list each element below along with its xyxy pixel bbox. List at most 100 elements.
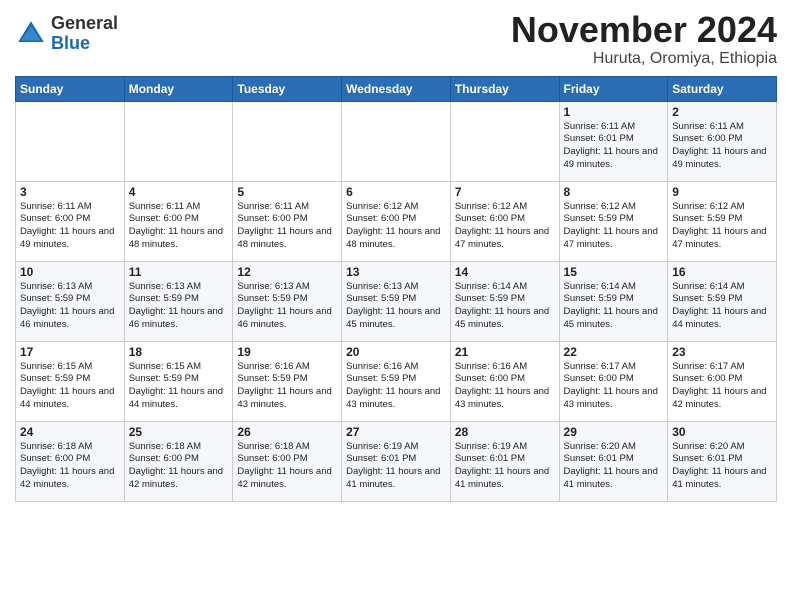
day-number: 8: [564, 185, 664, 199]
cell-line: Daylight: 11 hours and 41 minutes.: [564, 466, 658, 490]
cell-line: Sunset: 6:00 PM: [237, 453, 307, 464]
calendar-cell: 6Sunrise: 6:12 AMSunset: 6:00 PMDaylight…: [342, 181, 451, 261]
cell-content: Sunrise: 6:19 AMSunset: 6:01 PMDaylight:…: [346, 441, 446, 492]
day-number: 3: [20, 185, 120, 199]
cell-line: Sunrise: 6:20 AM: [672, 441, 744, 452]
day-number: 4: [129, 185, 229, 199]
cell-line: Daylight: 11 hours and 47 minutes.: [672, 226, 766, 250]
cell-content: Sunrise: 6:14 AMSunset: 5:59 PMDaylight:…: [672, 281, 772, 332]
cell-line: Sunset: 5:59 PM: [672, 213, 742, 224]
cell-line: Sunrise: 6:12 AM: [455, 201, 527, 212]
cell-line: Sunrise: 6:18 AM: [129, 441, 201, 452]
cell-content: Sunrise: 6:20 AMSunset: 6:01 PMDaylight:…: [672, 441, 772, 492]
cell-line: Sunrise: 6:15 AM: [129, 361, 201, 372]
cell-content: Sunrise: 6:12 AMSunset: 5:59 PM Daylight:…: [672, 201, 772, 252]
cell-line: Daylight: 11 hours and 47 minutes.: [455, 226, 549, 250]
calendar-table: SundayMondayTuesdayWednesdayThursdayFrid…: [15, 76, 777, 502]
cell-line: Sunrise: 6:16 AM: [346, 361, 418, 372]
cell-line: Sunset: 5:59 PM: [564, 213, 634, 224]
cell-content: Sunrise: 6:19 AMSunset: 6:01 PMDaylight:…: [455, 441, 555, 492]
day-number: 23: [672, 345, 772, 359]
cell-line: Sunrise: 6:13 AM: [237, 281, 309, 292]
cell-line: Daylight: 11 hours and 42 minutes.: [237, 466, 331, 490]
cell-content: Sunrise: 6:12 AMSunset: 5:59 PMDaylight:…: [564, 201, 664, 252]
cell-line: Daylight: 11 hours and 45 minutes.: [564, 306, 658, 330]
day-number: 5: [237, 185, 337, 199]
calendar-cell: 16Sunrise: 6:14 AMSunset: 5:59 PMDayligh…: [668, 261, 777, 341]
cell-content: Sunrise: 6:13 AMSunset: 5:59 PMDaylight:…: [129, 281, 229, 332]
day-number: 14: [455, 265, 555, 279]
calendar-cell: [16, 101, 125, 181]
day-number: 28: [455, 425, 555, 439]
calendar-cell: 13Sunrise: 6:13 AMSunset: 5:59 PMDayligh…: [342, 261, 451, 341]
cell-line: Daylight: 11 hours and 46 minutes.: [129, 306, 223, 330]
calendar-cell: 14Sunrise: 6:14 AMSunset: 5:59 PMDayligh…: [450, 261, 559, 341]
cell-content: Sunrise: 6:18 AMSunset: 6:00 PMDaylight:…: [129, 441, 229, 492]
weekday-header-tuesday: Tuesday: [233, 76, 342, 101]
calendar-cell: 18Sunrise: 6:15 AMSunset: 5:59 PMDayligh…: [124, 341, 233, 421]
cell-line: Daylight: 11 hours and 45 minutes.: [346, 306, 440, 330]
day-number: 2: [672, 105, 772, 119]
cell-line: Sunrise: 6:18 AM: [237, 441, 309, 452]
cell-line: Sunrise: 6:11 AM: [237, 201, 309, 212]
cell-line: Sunrise: 6:12 AM: [672, 201, 744, 212]
logo-general: General: [51, 13, 118, 33]
calendar-week-4: 17Sunrise: 6:15 AMSunset: 5:59 PMDayligh…: [16, 341, 777, 421]
day-number: 1: [564, 105, 664, 119]
day-number: 27: [346, 425, 446, 439]
calendar-cell: [450, 101, 559, 181]
calendar-cell: [342, 101, 451, 181]
day-number: 24: [20, 425, 120, 439]
calendar-week-1: 1Sunrise: 6:11 AMSunset: 6:01 PMDaylight…: [16, 101, 777, 181]
cell-line: Daylight: 11 hours and 47 minutes.: [564, 226, 658, 250]
calendar-cell: 12Sunrise: 6:13 AMSunset: 5:59 PMDayligh…: [233, 261, 342, 341]
cell-line: Sunrise: 6:14 AM: [564, 281, 636, 292]
cell-line: Sunrise: 6:11 AM: [20, 201, 92, 212]
calendar-cell: 5Sunrise: 6:11 AMSunset: 6:00 PMDaylight…: [233, 181, 342, 261]
logo-icon: [15, 18, 47, 50]
day-number: 6: [346, 185, 446, 199]
calendar-cell: 27 Sunrise: 6:19 AMSunset: 6:01 PMDayligh…: [342, 421, 451, 501]
cell-line: Sunrise: 6:13 AM: [20, 281, 92, 292]
day-number: 20: [346, 345, 446, 359]
cell-line: Daylight: 11 hours and 48 minutes.: [129, 226, 223, 250]
cell-line: Sunrise: 6:11 AM: [672, 121, 744, 132]
cell-line: Sunset: 6:00 PM: [455, 213, 525, 224]
cell-line: Daylight: 11 hours and 44 minutes.: [129, 386, 223, 410]
cell-content: Sunrise: 6:20 AMSunset: 6:01 PMDaylight:…: [564, 441, 664, 492]
cell-line: Daylight: 11 hours and 49 minutes.: [672, 146, 766, 170]
day-number: 19: [237, 345, 337, 359]
cell-line: Daylight: 11 hours and 44 minutes.: [672, 306, 766, 330]
cell-line: Daylight: 11 hours and 42 minutes.: [129, 466, 223, 490]
calendar-cell: 4Sunrise: 6:11 AMSunset: 6:00 PMDaylight…: [124, 181, 233, 261]
cell-line: Daylight: 11 hours and 43 minutes.: [455, 386, 549, 410]
cell-content: Sunrise: 6:11 AMSunset: 6:01 PMDaylight:…: [564, 121, 664, 172]
cell-line: Sunrise: 6:17 AM: [672, 361, 744, 372]
calendar-cell: 11 Sunrise: 6:13 AMSunset: 5:59 PMDayligh…: [124, 261, 233, 341]
cell-content: Sunrise: 6:16 AMSunset: 5:59 PMDaylight:…: [237, 361, 337, 412]
calendar-cell: 21Sunrise: 6:16 AMSunset: 6:00 PMDayligh…: [450, 341, 559, 421]
calendar-cell: 15Sunrise: 6:14 AMSunset: 5:59 PMDayligh…: [559, 261, 668, 341]
cell-line: Daylight: 11 hours and 42 minutes.: [672, 386, 766, 410]
day-number: 11: [129, 265, 229, 279]
weekday-header-saturday: Saturday: [668, 76, 777, 101]
weekday-header-wednesday: Wednesday: [342, 76, 451, 101]
calendar-cell: [124, 101, 233, 181]
cell-line: Sunset: 5:59 PM: [672, 293, 742, 304]
weekday-header-row: SundayMondayTuesdayWednesdayThursdayFrid…: [16, 76, 777, 101]
calendar-cell: 17Sunrise: 6:15 AMSunset: 5:59 PMDayligh…: [16, 341, 125, 421]
cell-line: Sunset: 6:00 PM: [20, 453, 90, 464]
cell-line: Sunrise: 6:19 AM: [346, 441, 418, 452]
calendar-cell: 19 Sunrise: 6:16 AMSunset: 5:59 PMDayligh…: [233, 341, 342, 421]
calendar-cell: 29Sunrise: 6:20 AMSunset: 6:01 PMDayligh…: [559, 421, 668, 501]
cell-content: Sunrise: 6:17 AMSunset: 6:00 PMDaylight:…: [564, 361, 664, 412]
cell-line: Sunrise: 6:14 AM: [455, 281, 527, 292]
cell-line: Daylight: 11 hours and 46 minutes.: [20, 306, 114, 330]
calendar-cell: 7Sunrise: 6:12 AMSunset: 6:00 PMDaylight…: [450, 181, 559, 261]
cell-line: Sunset: 6:01 PM: [564, 133, 634, 144]
calendar-cell: [233, 101, 342, 181]
cell-line: Sunset: 6:00 PM: [564, 373, 634, 384]
day-number: 15: [564, 265, 664, 279]
header: General Blue November 2024 Huruta, Oromi…: [15, 10, 777, 68]
cell-line: Sunrise: 6:12 AM: [346, 201, 418, 212]
